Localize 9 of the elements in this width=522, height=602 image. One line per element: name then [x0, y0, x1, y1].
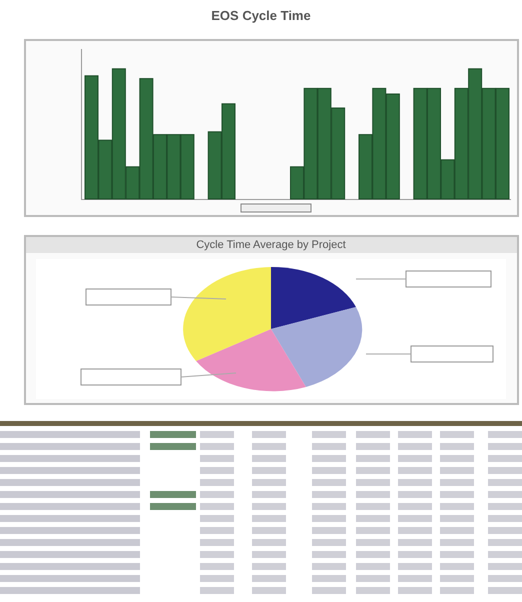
- bar: [207, 131, 222, 200]
- leader-line: [356, 278, 406, 280]
- leader-line: [180, 372, 236, 378]
- bar: [180, 134, 194, 200]
- leader-line: [170, 296, 226, 300]
- bar: [166, 134, 180, 200]
- chart-title: Cycle Time Average by Project: [26, 237, 516, 253]
- legend-box: [240, 204, 311, 212]
- chart-title: EOS Cycle Time: [211, 8, 311, 23]
